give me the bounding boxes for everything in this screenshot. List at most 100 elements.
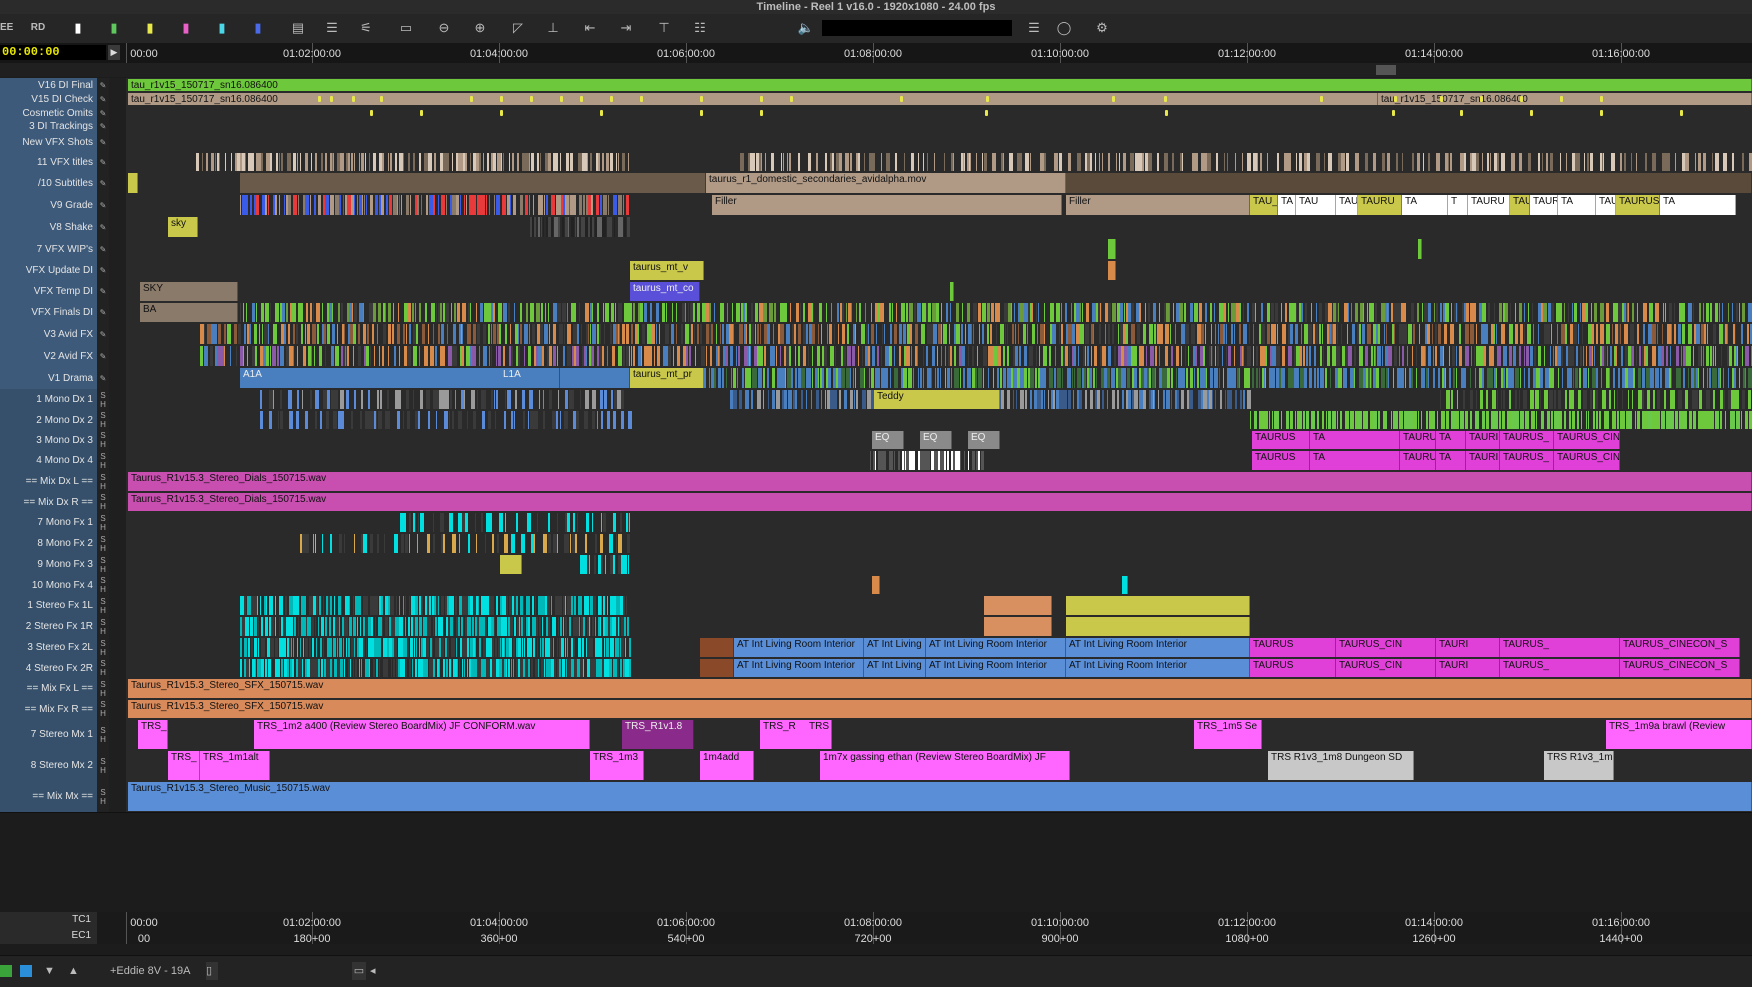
clip-segment[interactable] xyxy=(419,303,421,322)
clip-segment[interactable] xyxy=(917,346,918,366)
clip-segment[interactable] xyxy=(1643,324,1645,344)
clip-segment[interactable] xyxy=(1387,303,1388,322)
clip-segment[interactable] xyxy=(1459,324,1461,344)
clip-segment[interactable] xyxy=(1463,390,1465,409)
clip-a3-taurus[interactable]: TAURI xyxy=(1466,431,1500,449)
clip-segment[interactable] xyxy=(1632,303,1634,322)
track-patch[interactable] xyxy=(109,367,126,389)
clip-segment[interactable] xyxy=(1264,368,1265,388)
clip-segment[interactable] xyxy=(255,659,256,677)
clip-segment[interactable] xyxy=(562,217,564,237)
clip-segment[interactable] xyxy=(691,324,693,344)
clip-segment[interactable] xyxy=(1572,390,1574,409)
clip-segment[interactable] xyxy=(1717,303,1718,322)
clip-segment[interactable] xyxy=(326,411,329,429)
clip-segment[interactable] xyxy=(275,617,276,636)
clip-segment[interactable] xyxy=(495,638,497,657)
clip-segment[interactable] xyxy=(556,411,558,429)
clip-segment[interactable] xyxy=(1176,346,1179,366)
clip-segment[interactable] xyxy=(862,346,863,366)
clip-segment[interactable] xyxy=(470,596,473,615)
clip-a14-taurus[interactable]: TAURUS_CIN xyxy=(1336,659,1436,677)
clip-segment[interactable] xyxy=(1482,153,1483,171)
clip-segment[interactable] xyxy=(565,596,566,615)
clip-segment[interactable] xyxy=(524,346,525,366)
clip-segment[interactable] xyxy=(528,617,530,636)
clip-segment[interactable] xyxy=(272,346,276,366)
track-name-v3[interactable]: V3 Avid FX xyxy=(0,323,97,345)
clip-segment[interactable] xyxy=(1712,346,1713,366)
clip-segment[interactable] xyxy=(1223,303,1226,322)
clip-segment[interactable] xyxy=(430,346,434,366)
clip-segment[interactable] xyxy=(1428,346,1431,366)
clip-segment[interactable] xyxy=(385,303,386,322)
clip-segment[interactable] xyxy=(621,411,624,429)
clip-segment[interactable] xyxy=(618,534,622,553)
clip-segment[interactable] xyxy=(236,346,237,366)
clip-segment[interactable] xyxy=(506,596,508,615)
lift-icon[interactable]: ☰ xyxy=(322,18,342,38)
clip-segment[interactable] xyxy=(628,411,632,429)
clip-segment[interactable] xyxy=(1054,368,1056,388)
clip-segment[interactable] xyxy=(837,303,839,322)
clip-segment[interactable] xyxy=(521,617,523,636)
clip-segment[interactable] xyxy=(1530,390,1534,409)
clip-segment[interactable] xyxy=(403,513,406,532)
clip-a3-eq[interactable]: EQ xyxy=(872,431,904,449)
clip-segment[interactable] xyxy=(1277,153,1279,171)
clip-segment[interactable] xyxy=(305,638,308,657)
clip-segment[interactable] xyxy=(790,303,791,322)
clip-a3-taurus[interactable]: TA xyxy=(1310,431,1400,449)
clip-segment[interactable] xyxy=(1581,411,1582,429)
clip-segment[interactable] xyxy=(1324,153,1325,171)
clip-segment[interactable] xyxy=(451,596,454,615)
clip-segment[interactable] xyxy=(869,368,870,388)
clip-segment[interactable] xyxy=(1436,153,1440,171)
track-patch[interactable] xyxy=(109,637,126,658)
clip-segment[interactable] xyxy=(1281,303,1282,322)
clip-segment[interactable] xyxy=(613,513,616,532)
clip-segment[interactable] xyxy=(511,346,513,366)
clip-segment[interactable] xyxy=(903,324,906,344)
clip-segment[interactable] xyxy=(1387,153,1390,171)
clip-segment[interactable] xyxy=(856,303,857,322)
clip-segment[interactable] xyxy=(349,617,352,636)
clip-segment[interactable] xyxy=(254,617,257,636)
clip-segment[interactable] xyxy=(323,638,324,657)
clip-segment[interactable] xyxy=(1611,153,1615,171)
clip-segment[interactable] xyxy=(1176,368,1177,388)
clip-segment[interactable] xyxy=(498,346,501,366)
clip-segment[interactable] xyxy=(1014,303,1015,322)
clip-segment[interactable] xyxy=(1338,303,1339,322)
clip-segment[interactable] xyxy=(1102,346,1106,366)
clip-segment[interactable] xyxy=(314,195,316,215)
clip-segment[interactable] xyxy=(1509,346,1512,366)
clip-segment[interactable] xyxy=(1229,390,1230,409)
clip-segment[interactable] xyxy=(718,368,721,388)
clip-segment[interactable] xyxy=(1732,153,1734,171)
clip-segment[interactable] xyxy=(764,346,766,366)
clip-segment[interactable] xyxy=(491,324,492,344)
clip-segment[interactable] xyxy=(405,617,406,636)
clip-segment[interactable] xyxy=(394,638,397,657)
clip-segment[interactable] xyxy=(333,411,337,429)
clip-segment[interactable] xyxy=(391,659,392,677)
clip-segment[interactable] xyxy=(291,638,292,657)
clip-segment[interactable] xyxy=(1456,368,1457,388)
clip-segment[interactable] xyxy=(291,596,292,615)
clip-segment[interactable] xyxy=(1341,324,1342,344)
clip-segment[interactable] xyxy=(1395,411,1398,429)
clip-segment[interactable] xyxy=(246,303,247,322)
clip-segment[interactable] xyxy=(607,596,608,615)
clip-segment[interactable] xyxy=(406,659,407,677)
clip-segment[interactable] xyxy=(1112,390,1115,409)
clip-segment[interactable] xyxy=(841,368,845,388)
clip-segment[interactable] xyxy=(514,617,516,636)
clip-segment[interactable] xyxy=(385,617,388,636)
clip-segment[interactable] xyxy=(589,617,590,636)
clip-segment[interactable] xyxy=(293,195,297,215)
clip-segment[interactable] xyxy=(370,346,371,366)
clip-segment[interactable] xyxy=(445,303,449,322)
clip-segment[interactable] xyxy=(623,346,625,366)
track-marker-pink-icon[interactable]: ▮ xyxy=(178,18,194,38)
